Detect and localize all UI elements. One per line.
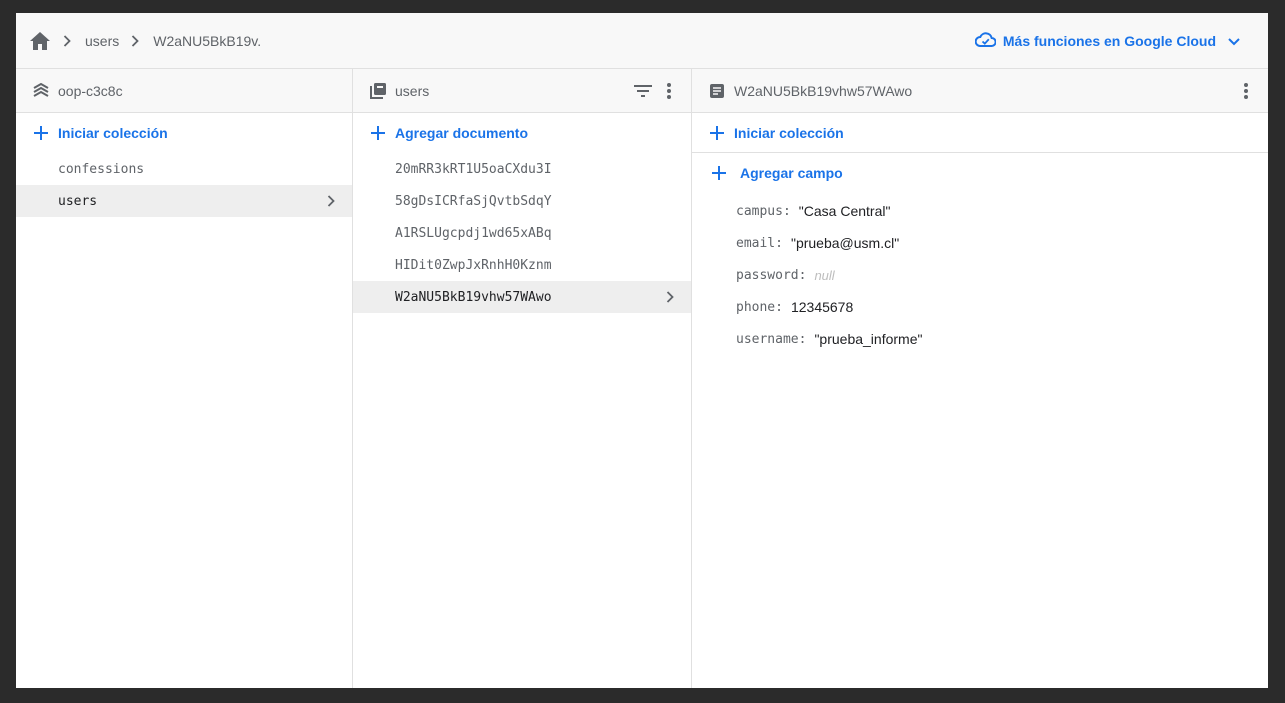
breadcrumb-item-users[interactable]: users [85, 33, 119, 49]
field-list: campus: "Casa Central" email: "prueba@us… [692, 193, 1268, 355]
list-item-label: users [58, 193, 98, 209]
collection-panel: users Agregar documento 20mRR3kRT1U5oaCX… [353, 69, 692, 688]
field-row-campus[interactable]: campus: "Casa Central" [692, 195, 1268, 227]
document-item-selected[interactable]: W2aNU5BkB19vhw57WAwo [353, 281, 691, 313]
chevron-right-icon [663, 290, 677, 304]
field-key: username [736, 331, 799, 347]
chevron-down-icon [1228, 33, 1240, 49]
breadcrumb-bar: users W2aNU5BkB19v. Más funciones en Goo… [16, 13, 1268, 69]
collection-item-users[interactable]: users [16, 185, 352, 217]
field-colon: : [798, 331, 807, 347]
collection-icon [369, 82, 387, 100]
field-value-null: null [814, 267, 835, 283]
plus-icon [371, 126, 385, 140]
document-item[interactable]: 58gDsICRfaSjQvtbSdqY [353, 185, 691, 217]
field-colon: : [775, 235, 783, 251]
document-item[interactable]: 20mRR3kRT1U5oaCXdu3I [353, 153, 691, 185]
field-key: password [736, 267, 799, 283]
field-key: phone [736, 299, 776, 315]
plus-icon [712, 166, 726, 180]
collection-item-confessions[interactable]: confessions [16, 153, 352, 185]
field-colon: : [782, 203, 791, 219]
field-value: "prueba_informe" [814, 331, 923, 347]
document-item[interactable]: A1RSLUgcpdj1wd65xABq [353, 217, 691, 249]
list-item-label: A1RSLUgcpdj1wd65xABq [395, 225, 552, 241]
root-collections-panel: oop-c3c8c Iniciar colección confessions … [16, 69, 353, 688]
collection-title: users [395, 82, 430, 99]
field-colon: : [798, 267, 807, 283]
filter-icon[interactable] [633, 81, 653, 101]
collection-header: users [353, 69, 691, 113]
field-row-email[interactable]: email: "prueba@usm.cl" [692, 227, 1268, 259]
chevron-right-icon [63, 34, 75, 47]
breadcrumb: users W2aNU5BkB19v. [29, 30, 261, 52]
more-vert-icon[interactable] [659, 81, 679, 101]
list-item-label: 20mRR3kRT1U5oaCXdu3I [395, 161, 552, 177]
list-item-label: HIDit0ZwpJxRnhH0Kznm [395, 257, 552, 273]
start-subcollection-button[interactable]: Iniciar colección [692, 113, 1268, 153]
chevron-right-icon [131, 34, 143, 47]
field-key: campus [736, 203, 783, 219]
breadcrumb-item-document[interactable]: W2aNU5BkB19v. [153, 33, 261, 49]
start-collection-label: Iniciar colección [58, 125, 168, 141]
more-vert-icon[interactable] [1236, 81, 1256, 101]
list-item-label: 58gDsICRfaSjQvtbSdqY [395, 193, 552, 209]
document-item[interactable]: HIDit0ZwpJxRnhH0Kznm [353, 249, 691, 281]
firestore-panel: users W2aNU5BkB19v. Más funciones en Goo… [16, 13, 1268, 688]
database-stack-icon [32, 82, 50, 100]
plus-icon [34, 126, 48, 140]
document-title: W2aNU5BkB19vhw57WAwo [734, 82, 913, 99]
google-cloud-link-label: Más funciones en Google Cloud [1002, 33, 1216, 49]
document-icon [708, 82, 726, 100]
document-header: W2aNU5BkB19vhw57WAwo [692, 69, 1268, 113]
add-document-button[interactable]: Agregar documento [353, 113, 691, 153]
field-row-phone[interactable]: phone: 12345678 [692, 291, 1268, 323]
start-subcollection-label: Iniciar colección [734, 124, 844, 141]
project-header: oop-c3c8c [16, 69, 352, 113]
field-value: "prueba@usm.cl" [790, 235, 900, 251]
field-colon: : [775, 299, 783, 315]
add-document-label: Agregar documento [395, 125, 529, 141]
field-key: email [736, 235, 776, 251]
field-value: 12345678 [790, 299, 854, 315]
list-item-label: W2aNU5BkB19vhw57WAwo [395, 289, 552, 305]
add-field-label: Agregar campo [740, 165, 843, 181]
field-value: "Casa Central" [798, 203, 891, 219]
field-row-password[interactable]: password: null [692, 259, 1268, 291]
document-panel: W2aNU5BkB19vhw57WAwo Iniciar colección A… [692, 69, 1268, 688]
cloud-icon [974, 32, 997, 50]
add-field-button[interactable]: Agregar campo [692, 153, 1268, 193]
field-row-username[interactable]: username: "prueba_informe" [692, 323, 1268, 355]
list-item-label: confessions [58, 161, 145, 177]
google-cloud-menu-button[interactable]: Más funciones en Google Cloud [974, 29, 1240, 53]
chevron-right-icon [324, 194, 338, 208]
home-icon[interactable] [29, 30, 51, 52]
plus-icon [710, 125, 724, 140]
start-collection-button[interactable]: Iniciar colección [16, 113, 352, 153]
project-title: oop-c3c8c [58, 82, 123, 99]
